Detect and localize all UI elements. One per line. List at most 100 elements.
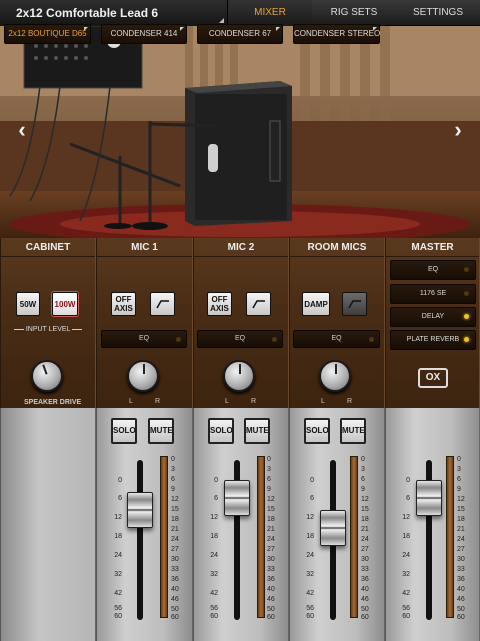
fader-panel-empty: [0, 408, 96, 641]
cabinet-50w-button[interactable]: 50W: [16, 292, 40, 316]
scale-tick: 18: [114, 533, 122, 540]
room-model: CONDENSER STEREO: [294, 29, 381, 38]
scale-tick: 30: [457, 556, 465, 563]
eq-led-indicator: [176, 337, 181, 342]
scale-tick: 32: [306, 571, 314, 578]
scale-tick: 60: [210, 613, 218, 620]
cabinet-100w-button[interactable]: 100W: [52, 292, 78, 316]
room-fader-handle[interactable]: [320, 510, 346, 546]
mic2-solo-button[interactable]: SOLO: [208, 418, 234, 444]
scale-tick: 24: [210, 552, 218, 559]
room-level-meter: [350, 456, 358, 618]
master-title: MASTER: [411, 242, 454, 253]
master-slot-label: DELAY: [421, 313, 445, 320]
preset-name: 2x12 Comfortable Lead 6: [16, 6, 159, 20]
scale-tick: 12: [171, 496, 179, 503]
mic2-lowcut-button[interactable]: [246, 292, 271, 316]
mic2-eq-slot[interactable]: EQ: [197, 330, 283, 348]
master-eq-slot[interactable]: EQ: [390, 260, 476, 280]
room-right-label: R: [347, 398, 353, 405]
scale-tick: 56: [210, 605, 218, 612]
room-lowcut-button[interactable]: [342, 292, 367, 316]
speaker-drive-knob[interactable]: [31, 360, 63, 392]
mic1-model-dropdown[interactable]: CONDENSER 414: [101, 24, 187, 44]
scale-tick: 24: [457, 536, 465, 543]
scale-tick: 30: [361, 556, 369, 563]
scale-tick: 12: [210, 514, 218, 521]
mic1-right-label: R: [155, 398, 161, 405]
scale-tick: 42: [402, 590, 410, 597]
scale-tick: 60: [171, 614, 179, 621]
scale-tick: 18: [402, 533, 410, 540]
scale-tick: 42: [210, 590, 218, 597]
scale-tick: 12: [361, 496, 369, 503]
room-solo-button[interactable]: SOLO: [304, 418, 330, 444]
mic2-model-dropdown[interactable]: CONDENSER 67: [197, 24, 283, 44]
scale-tick: 60: [402, 613, 410, 620]
scale-tick: 6: [171, 476, 175, 483]
room-mute-button[interactable]: MUTE: [340, 418, 366, 444]
mic2-fader-handle[interactable]: [224, 480, 250, 516]
scale-tick: 15: [457, 506, 465, 513]
scale-tick: 60: [114, 613, 122, 620]
preset-selector[interactable]: 2x12 Comfortable Lead 6: [0, 0, 228, 26]
mic1-mute-button[interactable]: MUTE: [148, 418, 174, 444]
scale-tick: 6: [457, 476, 461, 483]
tab-settings[interactable]: SETTINGS: [396, 0, 480, 26]
scale-tick: 6: [214, 495, 218, 502]
cabinet-title: CABINET: [25, 242, 71, 253]
mic1-off-axis-button[interactable]: OFF AXIS: [111, 292, 136, 316]
scale-tick: 9: [457, 486, 461, 493]
scale-tick: 9: [171, 486, 175, 493]
scale-tick: 60: [306, 613, 314, 620]
scale-tick: 56: [402, 605, 410, 612]
ox-button[interactable]: OX: [418, 368, 448, 388]
divider: [290, 256, 384, 257]
scale-tick: 40: [457, 586, 465, 593]
tab-rig-sets[interactable]: RIG SETS: [312, 0, 396, 26]
mic1-fader-track: [137, 460, 143, 620]
eq-led-indicator: [272, 337, 277, 342]
top-bar: 2x12 Comfortable Lead 6 MIXER RIG SETS S…: [0, 0, 480, 26]
room-eq-slot[interactable]: EQ: [293, 330, 380, 348]
scale-tick: 21: [267, 526, 275, 533]
divider: [194, 256, 288, 257]
scale-tick: 40: [361, 586, 369, 593]
scale-tick: 15: [171, 506, 179, 513]
mic1-eq-slot[interactable]: EQ: [101, 330, 187, 348]
mic1-pan-knob[interactable]: [127, 360, 159, 392]
master-1176-slot[interactable]: 1176 SE: [390, 284, 476, 304]
scale-tick: 6: [118, 495, 122, 502]
mic2-mute-button[interactable]: MUTE: [244, 418, 270, 444]
mic1-eq-label: EQ: [138, 335, 150, 342]
mic2-off-axis-button[interactable]: OFF AXIS: [207, 292, 232, 316]
chevron-left-icon[interactable]: ‹: [12, 118, 32, 142]
scale-tick: 50: [361, 606, 369, 613]
room-model-dropdown[interactable]: CONDENSER STEREO: [293, 24, 380, 44]
scale-tick: 60: [361, 614, 369, 621]
room-eq-label: EQ: [331, 335, 342, 342]
master-fader-handle[interactable]: [416, 480, 442, 516]
room-damp-button[interactable]: DAMP: [302, 292, 330, 316]
mic1-left-label: L: [129, 398, 133, 405]
tab-mixer[interactable]: MIXER: [228, 0, 312, 26]
cabinet-model-dropdown[interactable]: 2x12 BOUTIQUE D65: [4, 24, 91, 44]
mic1-level-meter: [160, 456, 168, 618]
master-plate-reverb-slot[interactable]: PLATE REVERB: [390, 330, 476, 350]
room-width-knob[interactable]: [319, 360, 351, 392]
mic1-solo-button[interactable]: SOLO: [111, 418, 137, 444]
chevron-right-icon[interactable]: ›: [448, 118, 468, 142]
scale-tick: 50: [457, 606, 465, 613]
scale-tick: 3: [171, 466, 175, 473]
mic2-pan-knob[interactable]: [223, 360, 255, 392]
mic1-lowcut-button[interactable]: [150, 292, 175, 316]
scale-tick: 56: [306, 605, 314, 612]
mic1-fader-handle[interactable]: [127, 492, 153, 528]
scale-tick: 33: [171, 566, 179, 573]
scale-tick: 18: [361, 516, 369, 523]
mic2-right-label: R: [251, 398, 257, 405]
master-delay-slot[interactable]: DELAY: [390, 307, 476, 327]
eq-led-indicator: [369, 337, 374, 342]
scale-tick: 27: [171, 546, 179, 553]
knob-pointer: [42, 364, 48, 375]
